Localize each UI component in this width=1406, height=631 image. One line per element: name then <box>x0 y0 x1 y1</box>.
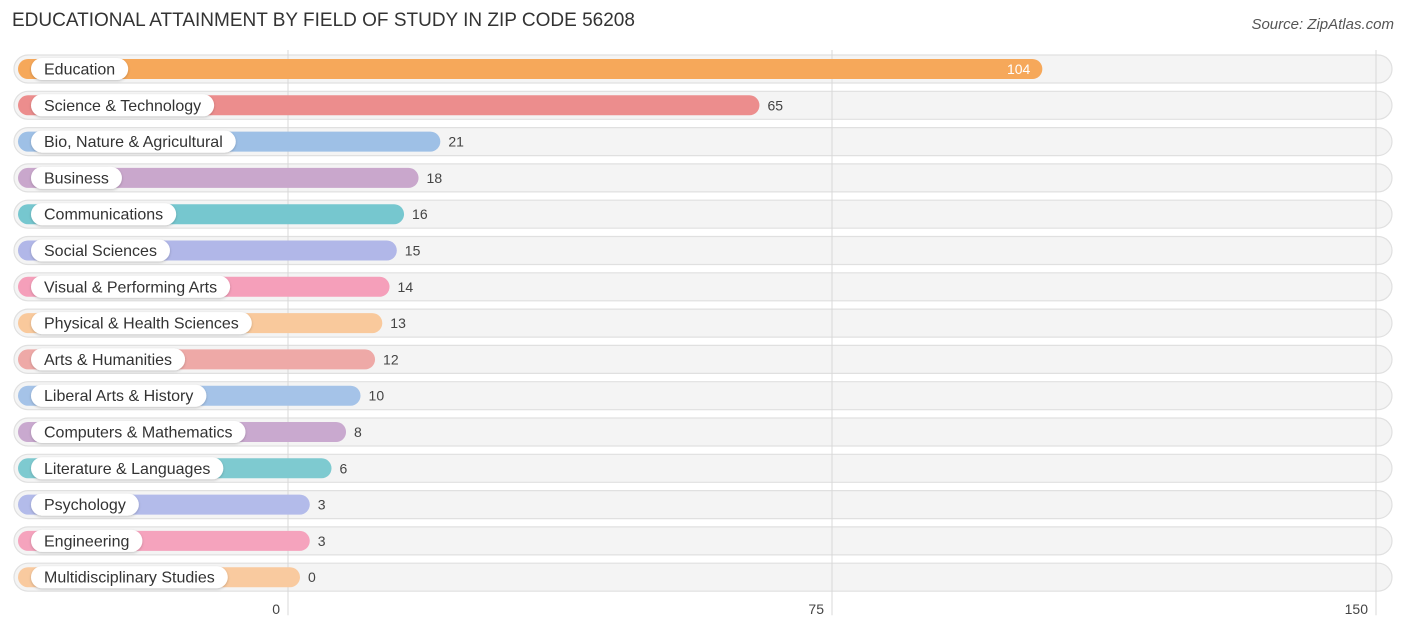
category-label: Psychology <box>44 497 126 514</box>
value-label: 14 <box>398 279 414 295</box>
category-label: Liberal Arts & History <box>44 388 193 405</box>
value-label: 8 <box>354 424 362 440</box>
value-label: 104 <box>1007 61 1031 77</box>
category-label: Social Sciences <box>44 243 157 260</box>
bar-row: Communications 16 <box>18 203 428 226</box>
value-label: 3 <box>318 533 326 549</box>
category-label: Communications <box>44 207 163 224</box>
bar-row: Science & Technology 65 <box>18 94 783 117</box>
bar-row: Physical & Health Sciences 13 <box>18 312 406 335</box>
bar-row: Computers & Mathematics 8 <box>18 421 362 443</box>
tick-label: 75 <box>808 601 824 617</box>
value-label: 21 <box>448 134 464 150</box>
bar-row: Multidisciplinary Studies 0 <box>18 566 316 589</box>
category-label: Bio, Nature & Agricultural <box>44 134 223 151</box>
value-label: 3 <box>318 497 326 513</box>
category-label: Science & Technology <box>44 98 201 115</box>
bar-row: Business 18 <box>18 166 443 189</box>
category-label: Literature & Languages <box>44 461 210 478</box>
category-label: Engineering <box>44 533 129 550</box>
value-label: 18 <box>427 170 443 186</box>
bar-row: Psychology 3 <box>18 493 326 516</box>
bar-row: Engineering 3 <box>18 529 326 552</box>
bar-row: Liberal Arts & History 10 <box>18 384 385 407</box>
value-label: 15 <box>405 243 421 259</box>
category-label: Computers & Mathematics <box>44 425 233 442</box>
value-label: 0 <box>308 569 316 585</box>
tick-label: 0 <box>272 601 280 617</box>
bar-row: Visual & Performing Arts 14 <box>18 275 414 298</box>
value-label: 6 <box>340 460 348 476</box>
bar-row: Bio, Nature & Agricultural 21 <box>18 130 464 153</box>
bar-chart: Education 104 Science & Technology 65 Bio, N… <box>13 50 1393 617</box>
value-label: 16 <box>412 206 428 222</box>
tick-label: 150 <box>1345 601 1369 617</box>
category-label: Arts & Humanities <box>44 352 172 369</box>
category-label: Visual & Performing Arts <box>44 279 217 296</box>
value-label: 65 <box>767 97 783 113</box>
category-label: Education <box>44 62 115 79</box>
bar <box>18 59 1043 79</box>
bar-row: Literature & Languages 6 <box>18 457 348 480</box>
value-label: 12 <box>383 351 399 367</box>
bar-row: Education 104 <box>18 58 1043 80</box>
category-label: Multidisciplinary Studies <box>44 570 215 587</box>
value-label: 10 <box>369 388 385 404</box>
value-label: 13 <box>390 315 406 331</box>
category-label: Physical & Health Sciences <box>44 316 239 333</box>
category-label: Business <box>44 170 109 187</box>
bar-row: Arts & Humanities 12 <box>18 348 399 371</box>
bar-row: Social Sciences 15 <box>18 239 421 262</box>
